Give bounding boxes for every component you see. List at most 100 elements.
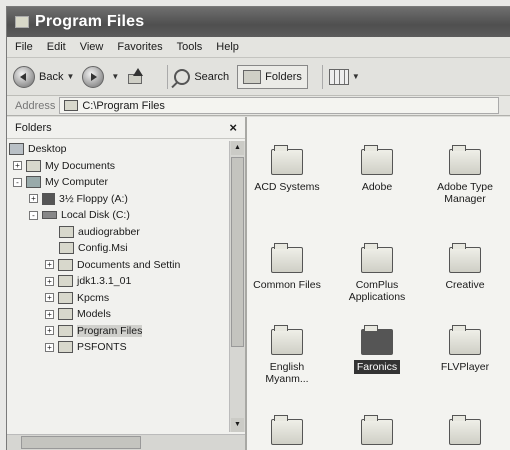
close-icon[interactable]: × xyxy=(229,120,237,135)
folder-item[interactable]: ACD Systems xyxy=(247,145,327,193)
title-bar[interactable]: Program Files xyxy=(7,7,510,37)
scrollbar-thumb[interactable] xyxy=(231,157,244,347)
folder-item[interactable]: ComPlus Applications xyxy=(337,243,417,303)
folder-icon xyxy=(271,415,303,445)
expand-icon[interactable]: + xyxy=(13,161,22,171)
folders-pane-title: Folders xyxy=(15,121,52,134)
tree-item-label: My Documents xyxy=(45,159,116,172)
back-button[interactable]: Back ▼ xyxy=(13,65,74,88)
folders-label: Folders xyxy=(265,70,302,83)
folder-icon xyxy=(361,415,393,445)
scrollbar-thumb[interactable] xyxy=(21,436,141,449)
folder-item[interactable]: Adobe Type Manager xyxy=(425,145,505,205)
folder-icon xyxy=(361,145,393,175)
tree-item-models[interactable]: + Models xyxy=(7,306,231,323)
folder-icon xyxy=(449,243,481,273)
folder-icon xyxy=(59,242,74,255)
collapse-icon[interactable]: - xyxy=(13,177,22,187)
tree-item-jdk[interactable]: + jdk1.3.1_01 xyxy=(7,273,231,290)
folder-item[interactable] xyxy=(425,415,505,450)
folders-horizontal-scrollbar[interactable] xyxy=(7,434,245,450)
forward-button[interactable]: ▼ xyxy=(82,65,119,88)
scroll-up-icon[interactable]: ▲ xyxy=(231,141,244,155)
toolbar: Back ▼ ▼ Search Folders ▼ xyxy=(7,58,510,96)
expand-icon[interactable]: + xyxy=(45,309,54,319)
folder-tree: Desktop + My Documents - My Computer + 3… xyxy=(7,141,231,432)
folder-icon xyxy=(449,325,481,355)
tree-item-label: Config.Msi xyxy=(78,242,128,255)
menu-tools[interactable]: Tools xyxy=(177,41,203,53)
explorer-window: Program Files File Edit View Favorites T… xyxy=(6,6,510,450)
folder-item[interactable]: Creative xyxy=(425,243,505,291)
tree-item-my-computer[interactable]: - My Computer xyxy=(7,174,231,191)
chevron-down-icon[interactable]: ▼ xyxy=(111,72,119,81)
folder-item[interactable] xyxy=(247,415,327,450)
tree-item-label: jdk1.3.1_01 xyxy=(77,275,132,288)
tree-item-config-msi[interactable]: Config.Msi xyxy=(7,240,231,257)
folder-item[interactable]: FLVPlayer xyxy=(425,325,505,373)
expand-icon[interactable]: + xyxy=(45,326,54,336)
hard-disk-icon xyxy=(42,211,57,220)
views-button[interactable]: ▼ xyxy=(328,68,360,85)
content-area: Folders × Desktop + My Documents - My Co… xyxy=(7,117,510,450)
window-title: Program Files xyxy=(35,13,145,30)
tree-item-floppy[interactable]: + 3½ Floppy (A:) xyxy=(7,191,231,208)
collapse-icon[interactable]: - xyxy=(29,210,38,220)
tree-item-my-documents[interactable]: + My Documents xyxy=(7,158,231,175)
expand-icon[interactable]: + xyxy=(45,293,54,303)
expand-icon[interactable]: + xyxy=(29,194,38,204)
tree-item-label: Program Files xyxy=(77,324,143,337)
menu-file[interactable]: File xyxy=(15,41,33,53)
tree-item-desktop[interactable]: Desktop xyxy=(7,141,231,158)
address-bar: Address C:\Program Files xyxy=(7,96,510,116)
folder-item[interactable]: English Myanm... xyxy=(247,325,327,385)
tree-item-documents-and-settings[interactable]: + Documents and Settin xyxy=(7,257,231,274)
folders-button[interactable]: Folders xyxy=(237,64,308,89)
menu-view[interactable]: View xyxy=(80,41,104,53)
scroll-down-icon[interactable]: ▼ xyxy=(231,418,244,432)
menu-help[interactable]: Help xyxy=(216,41,239,53)
expand-icon[interactable]: + xyxy=(45,260,54,270)
menu-edit[interactable]: Edit xyxy=(47,41,66,53)
computer-icon xyxy=(26,176,41,189)
chevron-down-icon[interactable]: ▼ xyxy=(66,72,74,81)
tree-item-psfonts[interactable]: + PSFONTS xyxy=(7,339,231,356)
expand-icon[interactable]: + xyxy=(45,276,54,286)
folder-icon xyxy=(58,308,73,321)
views-icon xyxy=(328,68,349,85)
folder-icon xyxy=(59,225,74,238)
search-button[interactable]: Search xyxy=(174,68,229,85)
menu-favorites[interactable]: Favorites xyxy=(117,41,162,53)
up-folder-button[interactable] xyxy=(127,67,153,86)
folders-vertical-scrollbar[interactable]: ▲ ▼ xyxy=(229,141,245,432)
folder-item[interactable] xyxy=(337,415,417,450)
folder-item[interactable]: Adobe xyxy=(337,145,417,193)
folder-name: FLVPlayer xyxy=(440,361,490,373)
folder-icon xyxy=(449,415,481,445)
toolbar-separator xyxy=(321,64,323,89)
folder-icon xyxy=(58,341,73,354)
folder-item[interactable]: Common Files xyxy=(247,243,327,291)
folder-window-icon xyxy=(15,16,29,28)
search-icon xyxy=(174,68,191,85)
folder-name: ACD Systems xyxy=(254,181,320,193)
tree-item-label: 3½ Floppy (A:) xyxy=(59,192,128,205)
chevron-down-icon[interactable]: ▼ xyxy=(352,72,360,81)
file-list-pane: ACD Systems Adobe Adobe Type Manager Com… xyxy=(247,117,510,450)
folder-name: English Myanm... xyxy=(265,361,309,385)
tree-item-kpcms[interactable]: + Kpcms xyxy=(7,290,231,307)
tree-item-label: Documents and Settin xyxy=(77,258,181,271)
tree-item-local-disk[interactable]: - Local Disk (C:) xyxy=(7,207,231,224)
folder-icon xyxy=(449,145,481,175)
forward-arrow-icon xyxy=(82,65,105,88)
expand-icon[interactable]: + xyxy=(45,342,54,352)
tree-item-audiograbber[interactable]: audiograbber xyxy=(7,224,231,241)
folder-item-selected[interactable]: Faronics xyxy=(337,325,417,374)
desktop-icon xyxy=(9,143,24,156)
tree-item-label: Desktop xyxy=(28,143,67,156)
tree-item-program-files[interactable]: + Program Files xyxy=(7,323,231,340)
folder-icon xyxy=(271,243,303,273)
folder-icon xyxy=(271,325,303,355)
folders-pane: Folders × Desktop + My Documents - My Co… xyxy=(7,117,247,450)
address-field[interactable]: C:\Program Files xyxy=(59,97,500,114)
